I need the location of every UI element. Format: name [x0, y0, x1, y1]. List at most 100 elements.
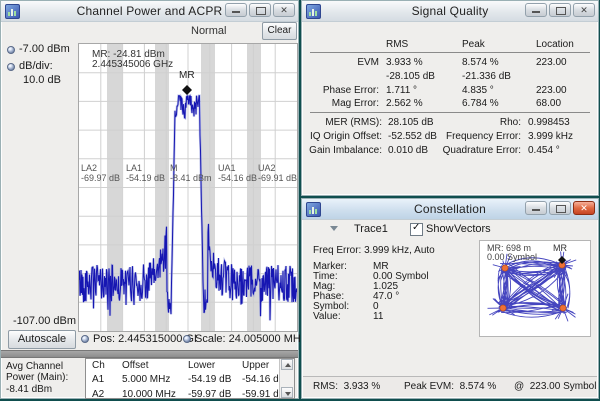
sq-phase-rms: 1.711 ° — [386, 85, 417, 96]
sq-stat-label: MER (RMS): — [302, 117, 382, 128]
maximize-icon[interactable] — [549, 201, 571, 215]
con-titlebar[interactable]: Constellation — [302, 199, 598, 220]
pane-splitter[interactable] — [1, 350, 298, 358]
chevron-down-icon[interactable] — [330, 226, 338, 231]
avg-power-value: -8.41 dBm — [6, 384, 52, 395]
table-header-row: Ch Offset Lower Upper — [86, 360, 280, 373]
sq-titlebar[interactable]: Signal Quality — [302, 1, 598, 22]
status-rms-label: RMS: — [313, 381, 338, 392]
minimize-icon[interactable] — [525, 3, 547, 17]
channel-ua1-name: UA1 — [218, 163, 236, 173]
sq-header-peak: Peak — [462, 39, 485, 50]
scroll-up-icon[interactable] — [281, 359, 293, 370]
window-signal-quality: Signal Quality RMS Peak Location EVM 3.9… — [301, 0, 599, 196]
col-upper: Upper — [242, 360, 269, 371]
close-icon[interactable] — [573, 201, 595, 215]
col-ch: Ch — [92, 360, 105, 371]
scroll-down-icon[interactable] — [281, 387, 293, 398]
sq-row-label: EVM — [302, 57, 379, 68]
sq-evm-db-rms: -28.105 dB — [386, 71, 435, 82]
channel-offset-table[interactable]: Ch Offset Lower Upper A1 5.000 MHz -54.1… — [85, 358, 295, 399]
vsa-application: Channel Power and ACPR Normal Clear -7.0… — [0, 0, 600, 401]
db-div-knob-icon[interactable] — [7, 63, 15, 71]
sq-stat-label: Gain Imbalance: — [302, 145, 382, 156]
status-at-label: @ — [514, 381, 524, 392]
sq-gain-imb-value: 0.010 dB — [388, 145, 428, 156]
sq-row-label: Phase Error: — [302, 85, 379, 96]
trace-selector[interactable]: Trace1 — [354, 223, 388, 235]
channel-la1-name: LA1 — [126, 163, 142, 173]
table-row[interactable]: A2 10.000 MHz -59.97 dB -59.91 dB — [86, 389, 280, 399]
status-at-symbol-value: 223.00 Symbol — [530, 381, 597, 392]
marker-mr-label: MR — [179, 70, 195, 81]
ref-level-knob-icon[interactable] — [7, 46, 15, 54]
sq-quad-error-value: 0.454 ° — [528, 145, 560, 156]
sq-freq-error-value: 3.999 kHz — [528, 131, 573, 142]
sq-stat-label: Quadrature Error: — [432, 145, 521, 156]
freq-error-readout: Freq Error: 3.999 kHz, Auto — [313, 245, 435, 256]
con-marker-label: MR — [553, 243, 567, 253]
trace-mode-dropdown[interactable]: Normal — [191, 25, 226, 37]
channel-la1-value: -54.19 dB — [126, 173, 165, 183]
sq-mag-peak: 6.784 % — [462, 98, 499, 109]
app-icon — [306, 4, 321, 19]
scale-knob-icon[interactable] — [183, 335, 191, 343]
maximize-icon[interactable] — [249, 3, 271, 17]
sq-mer-value: 28.105 dB — [388, 117, 434, 128]
sq-header-location: Location — [536, 39, 574, 50]
sq-phase-peak: 4.835 ° — [462, 85, 494, 96]
status-peak-evm-label: Peak EVM: — [404, 381, 454, 392]
pos-knob-icon[interactable] — [81, 335, 89, 343]
sq-stat-label: Rho: — [432, 117, 521, 128]
con-annotation-line2: 0.00 Symbol — [487, 252, 537, 262]
app-icon — [5, 4, 20, 19]
db-div-label: dB/div: — [19, 60, 53, 72]
window-constellation: Constellation Trace1 Show Vectors Freq E… — [301, 198, 599, 399]
app-icon — [306, 202, 321, 217]
channel-la2-name: LA2 — [81, 163, 97, 173]
sq-mag-loc: 68.00 — [536, 98, 561, 109]
col-offset: Offset — [122, 360, 149, 371]
acpr-titlebar[interactable]: Channel Power and ACPR — [1, 1, 298, 22]
minimize-icon[interactable] — [525, 201, 547, 215]
close-icon[interactable] — [273, 3, 295, 17]
sq-evm-loc: 223.00 — [536, 57, 567, 68]
sq-rho-value: 0.998453 — [528, 117, 570, 128]
table-row[interactable]: A1 5.000 MHz -54.19 dB -54.16 dB — [86, 374, 280, 387]
constellation-status-bar: RMS: 3.933 % Peak EVM: 8.574 % @ 223.00 … — [303, 376, 597, 397]
header-divider — [310, 52, 590, 53]
section-divider — [310, 112, 590, 113]
marker-readout-line2: 2.445345006 GHz — [92, 59, 173, 70]
constellation-plot[interactable]: MR: 698 m 0.00 Symbol MR — [479, 240, 591, 337]
pos-label: Pos: — [93, 333, 115, 345]
avg-power-label1: Avg Channel — [6, 361, 63, 372]
autoscale-button[interactable]: Autoscale — [8, 330, 76, 349]
vectors-label[interactable]: Vectors — [454, 223, 491, 235]
avg-power-label2: Power (Main): — [6, 372, 68, 383]
minimize-icon[interactable] — [225, 3, 247, 17]
bottom-level-value: -107.00 dBm — [13, 315, 76, 327]
close-icon[interactable] — [573, 3, 595, 17]
spectrum-plot[interactable]: MR: -24.81 dBm 2.445345006 GHz MR LA2-69… — [78, 43, 298, 332]
channel-m-value: -8.41 dBm — [170, 173, 212, 183]
sq-mag-rms: 2.562 % — [386, 98, 423, 109]
clear-button[interactable]: Clear — [262, 22, 297, 40]
channel-ua2-name: UA2 — [258, 163, 276, 173]
db-div-value[interactable]: 10.0 dB — [23, 74, 61, 86]
scale-value[interactable]: 24.005000 MHz — [229, 333, 307, 345]
marker-row-label: Value: — [313, 311, 341, 322]
maximize-icon[interactable] — [549, 3, 571, 17]
sq-header-rms: RMS — [386, 39, 408, 50]
table-scrollbar[interactable] — [279, 359, 294, 398]
sq-row-label: Mag Error: — [302, 98, 379, 109]
show-label: Show — [426, 223, 454, 235]
ref-level-value[interactable]: -7.00 dBm — [19, 43, 70, 55]
channel-ua2-value: -69.91 dB — [258, 173, 297, 183]
show-vectors-checkbox[interactable] — [410, 223, 423, 236]
sq-stat-label: Frequency Error: — [432, 131, 521, 142]
status-peak-evm-value: 8.574 % — [460, 381, 497, 392]
sq-evm-peak: 8.574 % — [462, 57, 499, 68]
sq-phase-loc: 223.00 — [536, 85, 567, 96]
sq-evm-db-peak: -21.336 dB — [462, 71, 511, 82]
channel-la2-value: -69.97 dB — [81, 173, 120, 183]
